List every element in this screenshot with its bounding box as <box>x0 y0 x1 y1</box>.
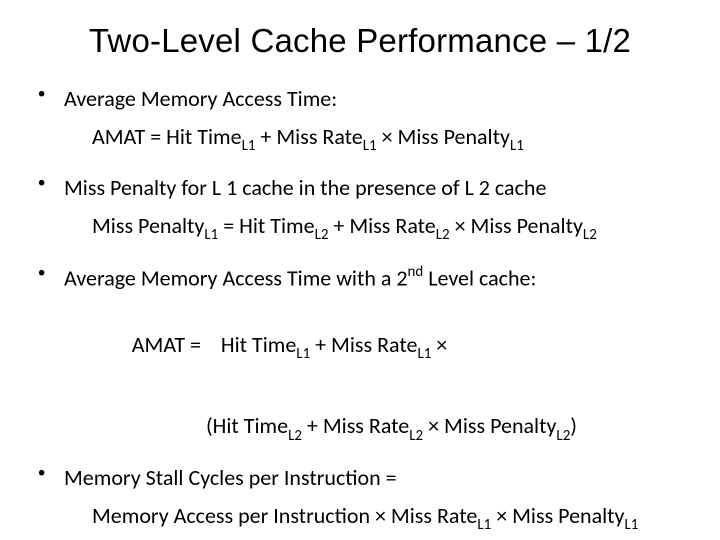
text: (Hit Time <box>206 412 288 439</box>
text: + Miss Rate <box>310 331 417 358</box>
subscript: L2 <box>409 427 423 445</box>
slide-title: Two-Level Cache Performance – 1/2 <box>36 22 684 60</box>
bullet-list: Average Memory Access Time: AMAT = Hit T… <box>36 84 684 534</box>
subscript: L1 <box>204 226 218 244</box>
text: × Miss Penalty <box>450 212 583 239</box>
subscript: L1 <box>417 345 431 363</box>
subscript: L2 <box>288 427 302 445</box>
text: + Miss Rate <box>328 212 435 239</box>
text: × Miss Penalty <box>491 502 624 529</box>
subscript: L1 <box>363 137 377 155</box>
text: Miss Penalty <box>92 212 204 239</box>
bullet-4-text: Memory Stall Cycles per Instruction = <box>64 463 684 493</box>
subscript: L1 <box>625 516 639 534</box>
bullet-2-text: Miss Penalty for L 1 cache in the presen… <box>64 173 684 203</box>
bullet-1: Average Memory Access Time: AMAT = Hit T… <box>36 84 684 155</box>
text: ) <box>570 412 577 439</box>
formula-3a: AMAT = Hit TimeL1 + Miss RateL1 × <box>92 301 684 394</box>
subscript: L2 <box>436 226 450 244</box>
text: Level cache: <box>423 264 536 291</box>
subscript: L1 <box>296 345 310 363</box>
subscript: L2 <box>583 226 597 244</box>
subscript: L1 <box>242 137 256 155</box>
subscript: L1 <box>510 137 524 155</box>
bullet-4: Memory Stall Cycles per Instruction = Me… <box>36 463 684 534</box>
text: × Miss Penalty <box>377 123 510 150</box>
subscript: L2 <box>556 427 570 445</box>
formula-3b: (Hit TimeL2 + Miss RateL2 × Miss Penalty… <box>206 411 684 445</box>
formula-1: AMAT = Hit TimeL1 + Miss RateL1 × Miss P… <box>92 122 684 156</box>
bullet-2: Miss Penalty for L 1 cache in the presen… <box>36 173 684 244</box>
text: = Hit Time <box>218 212 314 239</box>
bullet-3-text: Average Memory Access Time with a 2nd Le… <box>64 263 684 293</box>
bullet-3: Average Memory Access Time with a 2nd Le… <box>36 263 684 446</box>
text: Memory Access per Instruction × Miss Rat… <box>92 502 477 529</box>
formula-4: Memory Access per Instruction × Miss Rat… <box>92 501 684 535</box>
subscript: L1 <box>477 516 491 534</box>
slide: Two-Level Cache Performance – 1/2 Averag… <box>0 0 720 540</box>
text: × <box>431 331 447 358</box>
text: + Miss Rate <box>302 412 409 439</box>
formula-2: Miss PenaltyL1 = Hit TimeL2 + Miss RateL… <box>92 211 684 245</box>
text: AMAT = Hit Time <box>92 123 242 150</box>
bullet-1-text: Average Memory Access Time: <box>64 84 684 114</box>
subscript: L2 <box>315 226 329 244</box>
text: AMAT = Hit Time <box>132 331 296 358</box>
text: Average Memory Access Time with a 2 <box>64 264 408 291</box>
text: + Miss Rate <box>255 123 362 150</box>
superscript: nd <box>408 263 424 281</box>
text: × Miss Penalty <box>423 412 556 439</box>
